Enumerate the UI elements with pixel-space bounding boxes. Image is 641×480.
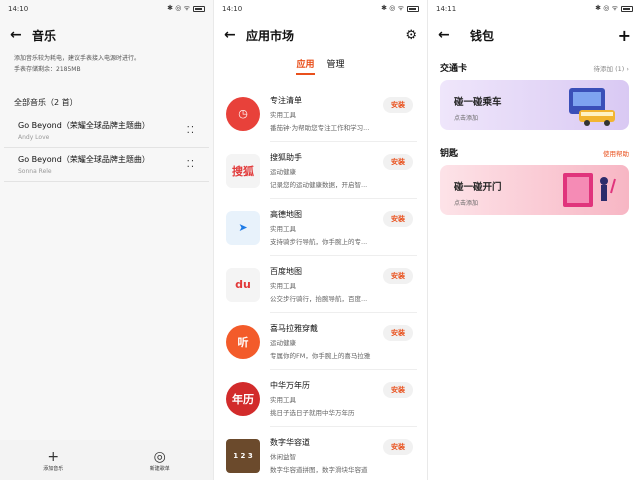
install-button[interactable]: 安装 <box>383 97 413 113</box>
app-icon: ➤ <box>226 210 260 245</box>
key-label: 钥匙 <box>440 149 459 159</box>
app-row[interactable]: du 百度地图 实用工具 公交步行骑行，抬腕导航，百度... 安装 <box>214 256 427 313</box>
song-title: Go Beyond（荣耀全球品牌主题曲） <box>18 155 150 164</box>
install-button[interactable]: 安装 <box>383 382 413 398</box>
app-desc: 记录您的运动健康数据，开启智... <box>270 180 368 189</box>
page-title: 钱包 <box>470 28 495 43</box>
add-music-button[interactable]: + 添加音乐 <box>43 449 63 472</box>
app-row[interactable]: 1 2 3 数字华容道 休闲益智 数字华容道拼图，数字滑块华容道 安装 <box>214 427 427 480</box>
install-button[interactable]: 安装 <box>383 211 413 227</box>
door-illustration-icon <box>563 173 616 207</box>
new-playlist-button[interactable]: ◎ 新建歌单 <box>150 449 170 472</box>
transit-pending[interactable]: 待添加 (1) › <box>594 63 629 73</box>
tab-apps[interactable]: 应用 <box>296 57 315 75</box>
app-desc: 番茄钟·为帮助您专注工作和学习... <box>270 123 370 132</box>
app-icon: 1 2 3 <box>226 438 260 473</box>
song-artist: Sonna Rele <box>18 168 52 175</box>
install-button[interactable]: 安装 <box>383 154 413 170</box>
status-bar: 14:11 ✱ ◎ ᯤ <box>428 0 641 17</box>
bottom-toolbar: + 添加音乐 ◎ 新建歌单 <box>0 440 213 480</box>
power-tip: 添加音乐较为耗电，建议手表接入电源时进行。 <box>14 55 141 62</box>
app-desc: 支持骑步行导航，你手腕上的专... <box>270 237 368 246</box>
add-icon[interactable]: + <box>618 26 631 45</box>
all-music-title: 全部音乐（2 首） <box>14 98 78 107</box>
clock: 14:10 <box>8 4 29 13</box>
transit-section-header: 交通卡 待添加 (1) › <box>428 53 641 80</box>
app-icon: ◷ <box>226 96 260 131</box>
app-row[interactable]: 年历 中华万年历 实用工具 挑日子选日子就用中华万年历 安装 <box>214 370 427 427</box>
settings-gear-icon[interactable]: ⚙ <box>405 28 417 43</box>
app-desc: 公交步行骑行，抬腕导航，百度... <box>270 294 368 303</box>
list-item[interactable]: Go Beyond（荣耀全球品牌主题曲） Sonna Rele ⁚⁚ <box>4 148 209 182</box>
help-link[interactable]: 使用帮助 <box>603 148 629 158</box>
header: ← 钱包 + <box>428 17 641 53</box>
key-card[interactable]: 碰一碰开门 点击添加 <box>440 165 629 215</box>
header: ← 应用市场 ⚙ <box>214 17 427 53</box>
app-market-screen: 14:10 ✱ ◎ ᯤ ← 应用市场 ⚙ 应用 管理 ◷ 专注清单 实用工具 番茄钟·为帮助您… <box>214 0 427 480</box>
app-icon: 搜狐 <box>226 153 260 188</box>
battery-icon <box>407 5 419 12</box>
tab-manage[interactable]: 管理 <box>327 57 345 75</box>
status-bar: 14:10 ✱ ◎ ᯤ <box>0 0 213 17</box>
battery-icon <box>193 5 205 12</box>
back-arrow-icon[interactable]: ← <box>438 27 460 43</box>
app-icon: du <box>226 267 260 302</box>
app-icon: 听 <box>226 324 260 359</box>
drag-handle-icon[interactable]: ⁚⁚ <box>187 125 195 136</box>
back-arrow-icon[interactable]: ← <box>224 27 246 43</box>
install-button[interactable]: 安装 <box>383 439 413 455</box>
back-arrow-icon[interactable]: ← <box>10 27 32 43</box>
app-row[interactable]: ◷ 专注清单 实用工具 番茄钟·为帮助您专注工作和学习... 安装 <box>214 85 427 142</box>
page-title: 应用市场 <box>246 28 295 43</box>
battery-icon <box>621 5 633 12</box>
clock: 14:10 <box>222 4 243 13</box>
install-button[interactable]: 安装 <box>383 325 413 341</box>
header: ← 音乐 <box>0 17 213 53</box>
app-list: ◷ 专注清单 实用工具 番茄钟·为帮助您专注工作和学习... 安装 搜狐 搜狐助手 运动健康记… <box>214 85 427 480</box>
app-desc: 专属你的FM，你手腕上的喜马拉雅 <box>270 351 371 360</box>
app-icon: 年历 <box>226 381 260 416</box>
drag-handle-icon[interactable]: ⁚⁚ <box>187 159 195 170</box>
status-bar: 14:10 ✱ ◎ ᯤ <box>214 0 427 17</box>
bus-illustration-icon <box>569 88 615 126</box>
app-desc: 挑日子选日子就用中华万年历 <box>270 408 355 417</box>
tab-bar: 应用 管理 <box>214 53 427 85</box>
app-row[interactable]: ➤ 高德地图 实用工具 支持骑步行导航，你手腕上的专... 安装 <box>214 199 427 256</box>
transit-label: 交通卡 <box>440 64 468 74</box>
song-artist: Andy Love <box>18 134 50 141</box>
plus-icon: + <box>47 448 60 465</box>
transit-card[interactable]: 碰一碰乘车 点击添加 <box>440 80 629 130</box>
app-desc: 数字华容道拼图，数字滑块华容道 <box>270 465 368 474</box>
music-screen: 14:10 ✱ ◎ ᯤ ← 音乐 添加音乐较为耗电，建议手表接入电源时进行。 手表存… <box>0 0 213 480</box>
playlist-icon: ◎ <box>153 448 166 465</box>
key-section-header: 钥匙 使用帮助 <box>428 138 641 165</box>
list-item[interactable]: Go Beyond（荣耀全球品牌主题曲） Andy Love ⁚⁚ <box>4 114 209 148</box>
app-row[interactable]: 搜狐 搜狐助手 运动健康 记录您的运动健康数据，开启智... 安装 <box>214 142 427 199</box>
storage-info: 手表存储剩余：2185MB <box>14 66 81 73</box>
page-title: 音乐 <box>32 28 57 43</box>
app-row[interactable]: 听喜马拉雅穿戴 运动健康 专属你的FM，你手腕上的喜马拉雅 安装 <box>214 313 427 370</box>
clock: 14:11 <box>436 4 457 13</box>
wallet-screen: 14:11 ✱ ◎ ᯤ ← 钱包 + 交通卡 待添加 (1) › 碰一碰乘车 点击添加 … <box>428 0 641 480</box>
song-title: Go Beyond（荣耀全球品牌主题曲） <box>18 121 150 130</box>
install-button[interactable]: 安装 <box>383 268 413 284</box>
